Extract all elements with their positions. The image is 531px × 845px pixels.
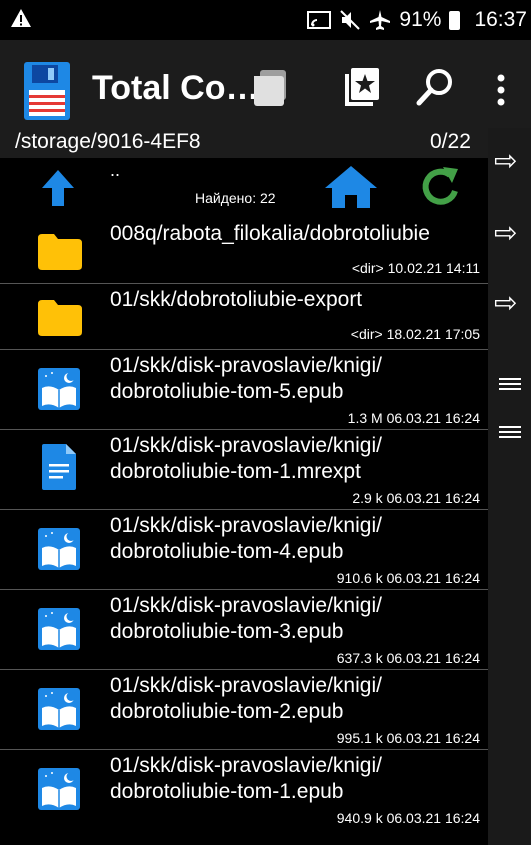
file-name: 01/skk/dobrotoliubie-export [110, 288, 363, 311]
file-row[interactable]: 01/skk/disk-pravoslavie/knigi/ dobrotoli… [0, 350, 488, 430]
warning-icon [11, 9, 31, 27]
folders-icon[interactable] [250, 68, 290, 112]
file-name-line1: 01/skk/disk-pravoslavie/knigi/ [110, 594, 382, 617]
star-tab-icon[interactable] [345, 68, 379, 108]
file-row[interactable]: 008q/rabota_filokalia/dobrotoliubie <dir… [0, 218, 488, 284]
app-title: Total Co… [92, 69, 260, 107]
search-icon[interactable] [415, 67, 455, 111]
file-name-line1: 01/skk/disk-pravoslavie/knigi/ [110, 674, 382, 697]
file-meta: <dir> 18.02.21 17:05 [350, 326, 480, 342]
book-icon [38, 368, 80, 410]
file-name-line1: 01/skk/disk-pravoslavie/knigi/ [110, 434, 382, 457]
file-row[interactable]: 01/skk/disk-pravoslavie/knigi/ dobrotoli… [0, 670, 488, 750]
file-name-line1: 01/skk/disk-pravoslavie/knigi/ [110, 514, 382, 537]
file-name-line2: dobrotoliubie-tom-2.epub [110, 700, 344, 723]
file-name-line2: dobrotoliubie-tom-1.mrexpt [110, 460, 361, 483]
home-icon[interactable] [325, 166, 377, 208]
refresh-icon[interactable] [418, 165, 462, 209]
book-icon [38, 688, 80, 730]
airplane-icon [370, 10, 391, 30]
file-row[interactable]: 01/skk/disk-pravoslavie/knigi/ dobrotoli… [0, 750, 488, 830]
up-arrow-icon[interactable] [42, 170, 74, 206]
file-row[interactable]: 01/skk/disk-pravoslavie/knigi/ dobrotoli… [0, 510, 488, 590]
file-name-line2: dobrotoliubie-tom-1.epub [110, 780, 344, 803]
folder-icon [38, 234, 82, 270]
floppy-disk-icon[interactable] [24, 62, 70, 120]
file-meta: 2.9 k 06.03.21 16:24 [352, 490, 480, 506]
file-name-line2: dobrotoliubie-tom-4.epub [110, 540, 344, 563]
arrow-right-icon[interactable]: ⇨ [494, 216, 517, 249]
found-count: Найдено: 22 [195, 190, 276, 206]
book-icon [38, 528, 80, 570]
file-meta: 995.1 k 06.03.21 16:24 [336, 730, 480, 746]
book-icon [38, 768, 80, 810]
parent-dir-row[interactable]: .. Найдено: 22 [0, 158, 488, 218]
file-name-line1: 01/skk/disk-pravoslavie/knigi/ [110, 354, 382, 377]
file-row[interactable]: 01/skk/disk-pravoslavie/knigi/ dobrotoli… [0, 430, 488, 510]
current-path[interactable]: /storage/9016-4EF8 [15, 130, 201, 154]
status-right: 91% 16:37 [307, 0, 527, 40]
parent-dir-label: .. [110, 160, 121, 180]
file-name-line2: dobrotoliubie-tom-3.epub [110, 620, 344, 643]
file-row[interactable]: 01/skk/dobrotoliubie-export <dir> 18.02.… [0, 284, 488, 350]
file-list: .. Найдено: 22 008q/rabota_filokalia/dob… [0, 158, 488, 845]
path-bar: /storage/9016-4EF8 0/22 [0, 128, 531, 158]
battery-icon [449, 10, 461, 30]
arrow-right-icon[interactable]: ⇨ [494, 144, 517, 177]
file-meta: 637.3 k 06.03.21 16:24 [336, 650, 480, 666]
file-meta: 1.3 M 06.03.21 16:24 [347, 410, 480, 426]
document-icon [42, 444, 76, 490]
file-row[interactable]: 01/skk/disk-pravoslavie/knigi/ dobrotoli… [0, 590, 488, 670]
arrow-right-icon[interactable]: ⇨ [494, 286, 517, 319]
file-meta: <dir> 10.02.21 14:11 [351, 260, 480, 276]
battery-percent: 91% [399, 8, 442, 31]
file-meta: 910.6 k 06.03.21 16:24 [336, 570, 480, 586]
selection-count: 0/22 [430, 130, 471, 153]
more-vert-icon[interactable] [495, 74, 507, 106]
screen-cast-icon [307, 11, 332, 29]
file-name-line2: dobrotoliubie-tom-5.epub [110, 380, 344, 403]
folder-icon [38, 300, 82, 336]
equals-icon[interactable] [499, 378, 521, 390]
status-bar: 91% 16:37 [0, 0, 531, 40]
book-icon [38, 608, 80, 650]
equals-icon[interactable] [499, 426, 521, 438]
side-panel: ⇨ ⇨ ⇨ [488, 128, 531, 845]
file-name: 008q/rabota_filokalia/dobrotoliubie [110, 222, 430, 245]
mute-icon [340, 10, 361, 30]
clock: 16:37 [474, 8, 527, 31]
file-meta: 940.9 k 06.03.21 16:24 [336, 810, 480, 826]
file-name-line1: 01/skk/disk-pravoslavie/knigi/ [110, 754, 382, 777]
